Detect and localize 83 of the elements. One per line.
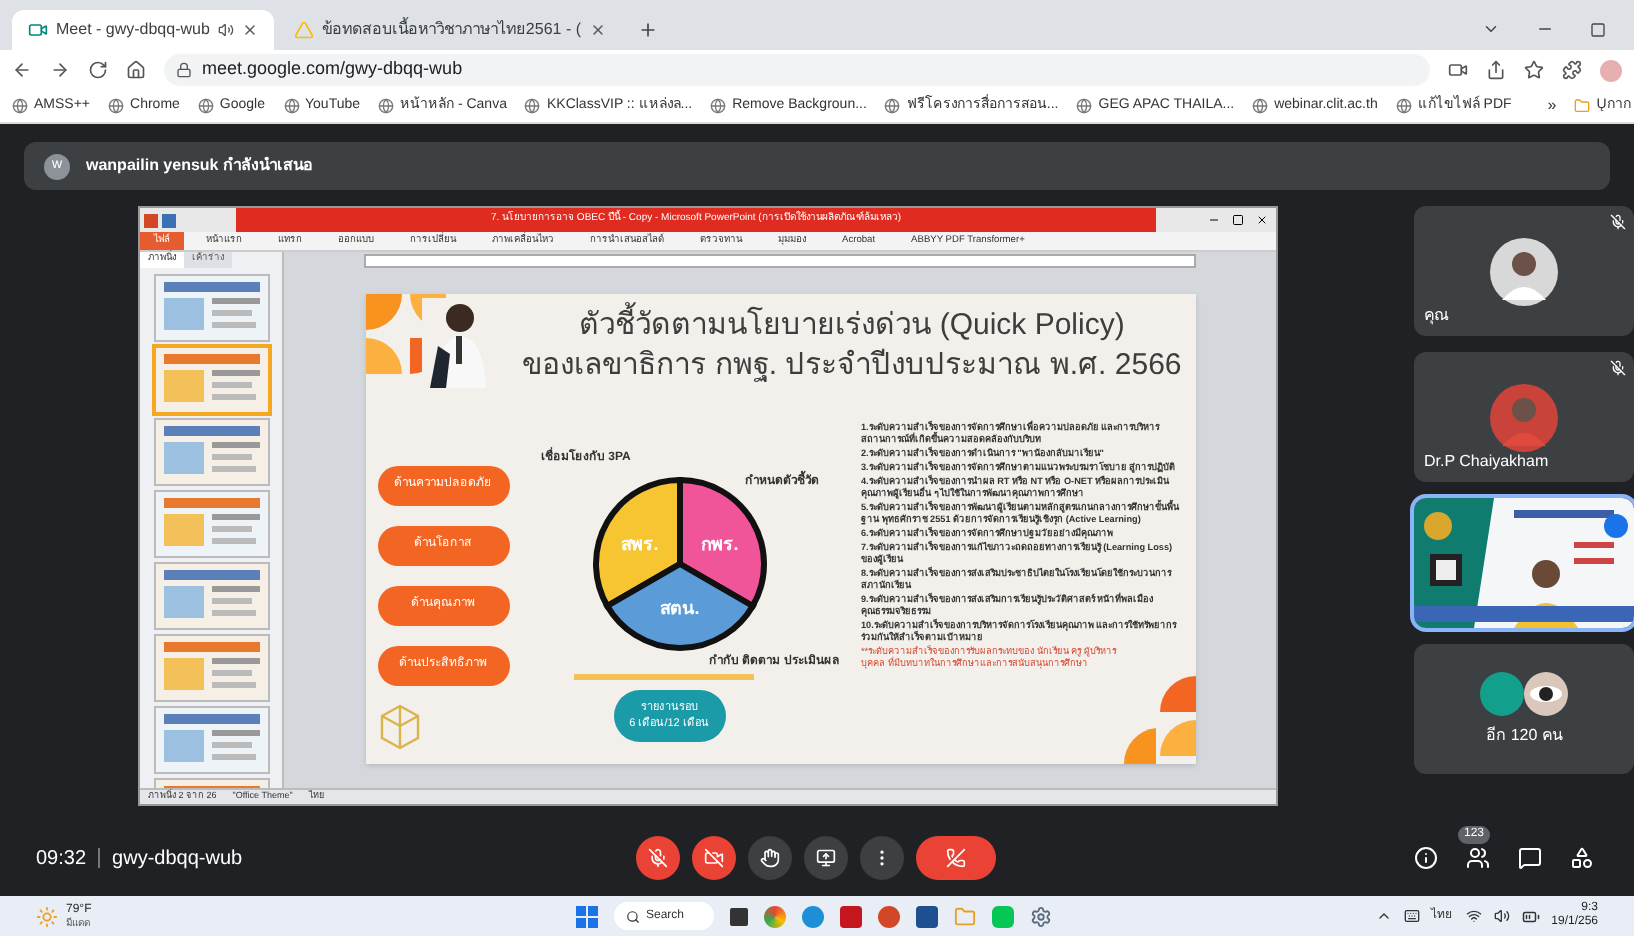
app-icon[interactable]	[878, 905, 900, 927]
close-icon[interactable]	[241, 22, 258, 38]
home-icon[interactable]	[126, 60, 146, 80]
raise-hand-button[interactable]	[748, 836, 792, 880]
keyboard-icon[interactable]	[1403, 908, 1420, 924]
app-icon[interactable]	[916, 905, 938, 927]
weather-icon	[36, 905, 58, 927]
maximize-icon[interactable]	[1232, 214, 1244, 226]
site-icon	[378, 98, 395, 114]
participant-name: Dr.P Chaiyakham	[1424, 450, 1549, 474]
start-icon[interactable]	[576, 905, 598, 927]
back-icon[interactable]	[12, 60, 32, 80]
participant-name: คุณ	[1424, 304, 1448, 328]
phone-icon	[946, 848, 966, 868]
more-bookmarks[interactable]: »	[1547, 94, 1557, 118]
save-icon[interactable]	[162, 213, 176, 227]
camera-off-icon	[704, 848, 724, 868]
microphone-button[interactable]	[636, 836, 680, 880]
tab-title: ข้อทดสอบเนื้อหาวิชาภาษาไทย2561 - (	[321, 18, 581, 42]
settings-icon[interactable]	[1030, 905, 1052, 927]
browser-icon[interactable]	[802, 905, 824, 927]
hand-icon	[760, 848, 780, 868]
avatar-icon	[1480, 671, 1524, 715]
presenter-text: wanpailin yensuk กำลังนำเสนอ	[86, 154, 313, 178]
avatar-icon	[1490, 383, 1558, 451]
meeting-code: gwy-dbqq-wub	[112, 845, 243, 873]
present-screen-icon	[816, 848, 836, 868]
avatar-icon	[1490, 237, 1558, 305]
bookmark-star-icon[interactable]	[1524, 60, 1544, 80]
lock-icon	[176, 62, 192, 78]
new-tab-icon[interactable]	[637, 20, 657, 40]
segment-label: สพร.	[620, 533, 658, 553]
site-icon	[1395, 98, 1412, 114]
camera-button[interactable]	[692, 836, 736, 880]
camera-icon	[28, 20, 48, 40]
chat-icon[interactable]	[1518, 846, 1542, 870]
tab-list-icon[interactable]	[1482, 20, 1500, 38]
address-bar[interactable]: meet.google.com/gwy-dbqq-wub	[164, 54, 1430, 86]
site-icon	[108, 98, 125, 114]
site-icon	[12, 98, 28, 114]
meeting-time: 09:32	[36, 845, 87, 873]
site-icon	[1076, 98, 1093, 114]
wifi-icon[interactable]	[1465, 908, 1482, 924]
minimize-icon[interactable]	[1208, 214, 1220, 226]
site-icon	[197, 98, 214, 114]
browser-tab[interactable]: Meet - gwy-dbqq-wub	[12, 10, 274, 50]
extensions-icon[interactable]	[1562, 60, 1582, 80]
corner-shapes-drawing	[1123, 675, 1195, 763]
forward-icon[interactable]	[50, 60, 70, 80]
site-icon	[283, 98, 299, 114]
people-icon[interactable]	[1466, 846, 1490, 870]
speaker-icon	[217, 22, 234, 38]
segment-label: สตน.	[659, 597, 699, 617]
reload-icon[interactable]	[88, 60, 108, 80]
site-icon	[710, 98, 727, 114]
present-button[interactable]	[804, 836, 848, 880]
search-icon	[626, 909, 640, 923]
app-icon[interactable]	[840, 905, 862, 927]
battery-icon[interactable]	[1521, 907, 1540, 925]
hang-up-button[interactable]	[916, 836, 996, 880]
tab-title: Meet - gwy-dbqq-wub	[56, 18, 210, 42]
slide-title: ตัวชี้วัดตามนโยบายเร่งด่วน (Quick Policy)	[579, 305, 1125, 345]
triangle-icon	[293, 20, 314, 40]
hexagon-icon	[377, 703, 421, 751]
tray-expand-icon[interactable]	[1375, 908, 1392, 924]
browser-tab[interactable]: ข้อทดสอบเนื้อหาวิชาภาษาไทย2561 - (	[277, 10, 621, 50]
app-icon	[144, 213, 158, 227]
task-view-icon[interactable]	[730, 907, 748, 925]
close-icon[interactable]	[1256, 214, 1268, 226]
others-count: อีก 120 คน	[1486, 723, 1562, 747]
site-icon	[1252, 98, 1269, 114]
site-icon	[524, 98, 541, 114]
browser-icon[interactable]	[764, 905, 786, 927]
site-icon	[884, 98, 901, 114]
share-icon[interactable]	[1486, 60, 1506, 80]
activities-icon[interactable]	[1570, 846, 1594, 870]
camera-icon[interactable]	[1448, 60, 1468, 80]
slide-title: ของเลขาธิการ กพฐ. ประจำปีงบประมาณ พ.ศ. 2566	[522, 345, 1182, 385]
info-icon[interactable]	[1414, 846, 1438, 870]
mic-off-icon	[648, 848, 668, 868]
segment-label: กพร.	[700, 533, 738, 553]
folder-icon	[1574, 98, 1591, 114]
volume-icon[interactable]	[1493, 908, 1510, 924]
